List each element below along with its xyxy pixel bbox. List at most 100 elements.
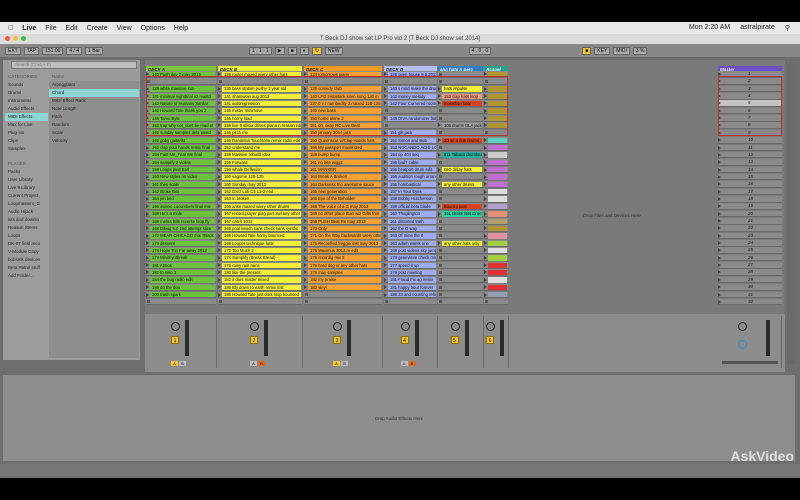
clip[interactable]: 167 catch 2012: [222, 218, 301, 224]
clip-stop-icon[interactable]: [305, 79, 308, 83]
clip-play-icon[interactable]: [218, 263, 221, 268]
crossfade-b-button[interactable]: B: [258, 361, 265, 366]
clip-slot[interactable]: 137.0 v r numbodity 2 maxed 120-125: [304, 100, 382, 107]
clip-play-icon[interactable]: [484, 263, 487, 268]
clip[interactable]: 148 DIVA randomizer flat: [388, 115, 436, 121]
clip[interactable]: 172 MEAR CHICAGO mix TBack: [150, 233, 215, 239]
clip-play-icon[interactable]: [146, 182, 149, 187]
clip-slot[interactable]: [438, 195, 483, 203]
clip-slot[interactable]: 163 in broken: [218, 195, 302, 203]
clip-slot[interactable]: 153 NOCANDO ACID LOOP: [384, 144, 437, 152]
clip-slot[interactable]: 156 My passport maximized: [304, 144, 382, 152]
volume-fader[interactable]: [464, 320, 469, 356]
clip[interactable]: 159 official beta blade: [388, 203, 436, 210]
clip-slot[interactable]: 150 january 2014 jack: [304, 129, 382, 137]
clip[interactable]: [488, 240, 507, 246]
category-sounds[interactable]: Sounds: [5, 81, 48, 89]
clip[interactable]: 152 sunday samples dela weed: [150, 130, 215, 136]
clip[interactable]: 146 horny load: [222, 115, 301, 121]
clip-slot[interactable]: [304, 298, 382, 306]
clip-stop-icon[interactable]: [439, 72, 442, 76]
clip-slot[interactable]: 186 33 and counting refix: [384, 291, 437, 299]
clip[interactable]: 156 My passport maximized: [308, 145, 381, 151]
clip-slot[interactable]: [438, 284, 483, 291]
clip-slot[interactable]: 151 oh, okay RC Live Beat: [304, 122, 382, 130]
clip-slot[interactable]: [484, 93, 508, 100]
scene-play-icon[interactable]: [718, 167, 721, 172]
volume-fader[interactable]: [414, 320, 419, 356]
clip-stop-icon[interactable]: [147, 79, 150, 83]
clip-play-icon[interactable]: [304, 255, 307, 260]
clip-slot[interactable]: 186 Howard Tate just dont stop bounced: [218, 291, 302, 299]
clip[interactable]: 153 NOCANDO ACID LOOP: [388, 145, 436, 151]
clip-play-icon[interactable]: [218, 167, 221, 172]
clip-play-icon[interactable]: [146, 226, 149, 231]
clip-slot[interactable]: 169 PUSH Beat Re may 2013: [304, 218, 382, 225]
menu-create[interactable]: Create: [87, 25, 108, 32]
clip[interactable]: 164 Break A Broken: [308, 174, 381, 180]
clip-slot[interactable]: 158 Massive rebuild idea: [218, 151, 302, 159]
clip[interactable]: 131 minimal nightbrial v2 mastd: [150, 93, 215, 99]
clip-slot[interactable]: 152 clap your hands remix final: [146, 144, 216, 152]
clip[interactable]: 175 recordig mix 2: [308, 255, 381, 261]
scene-launch[interactable]: 28: [718, 269, 782, 277]
menu-file[interactable]: File: [45, 25, 56, 32]
clip-slot[interactable]: 164 Break A Broken: [304, 173, 382, 181]
clip-slot[interactable]: 172 MEAR CHICAGO mix TBack: [146, 232, 216, 240]
clip[interactable]: 168 melna bills reverse loop fly: [150, 218, 215, 224]
clip-stop-icon[interactable]: [439, 263, 442, 267]
clip[interactable]: 156 Forward: [222, 159, 301, 166]
clip-play-icon[interactable]: [384, 292, 387, 297]
clip-slot[interactable]: [484, 240, 508, 247]
scene-play-icon[interactable]: [718, 145, 721, 150]
clip-play-icon[interactable]: [304, 248, 307, 253]
clip-slot[interactable]: [438, 225, 483, 232]
scene-launch[interactable]: 6: [718, 107, 782, 115]
place-item[interactable]: DK-07 field reco: [5, 240, 48, 248]
clip[interactable]: 142 Howard Tate thank you 2: [150, 108, 215, 114]
clip-slot[interactable]: [146, 298, 216, 306]
clip-play-icon[interactable]: [146, 145, 149, 150]
clip-slot[interactable]: 140 new bass: [304, 107, 382, 115]
scene-play-icon[interactable]: [718, 94, 721, 99]
clip-play-icon[interactable]: [484, 182, 487, 187]
scene-play-icon[interactable]: [718, 219, 721, 223]
clip-slot[interactable]: 165 new generation: [304, 188, 382, 196]
menu-help[interactable]: Help: [174, 25, 188, 32]
scene-launch[interactable]: 23: [718, 232, 782, 240]
clip-stop-icon[interactable]: [439, 300, 442, 304]
clip-slot[interactable]: 161 MANKER: [304, 166, 382, 174]
clip-play-icon[interactable]: [304, 285, 307, 290]
clip-slot[interactable]: [484, 188, 508, 196]
clip-slot[interactable]: 160 Sunday may 2013: [218, 181, 302, 188]
clip[interactable]: 162 DSO Lofi C4 L3-2 end: [222, 189, 301, 195]
clip[interactable]: 106 drums GLA jack: [442, 122, 482, 129]
scene-play-icon[interactable]: [718, 86, 721, 91]
clip-slot[interactable]: 173 descent: [146, 240, 216, 247]
clip[interactable]: 161 Broke Bits Drums: [442, 211, 482, 217]
clip[interactable]: 174 Minimyotbreak: [150, 255, 215, 261]
clip[interactable]: 150 home alone 2: [308, 115, 381, 121]
clip-slot[interactable]: 160 New styles no video: [146, 173, 216, 181]
device-item[interactable]: MIDI Effect Rack: [49, 97, 139, 105]
clip[interactable]: 166 atomic cucumbers final mix: [150, 203, 215, 210]
clip[interactable]: 181 Fraud Fix ag remix: [388, 277, 436, 283]
clip-stop-icon[interactable]: [305, 300, 308, 304]
record-button[interactable]: ●: [299, 46, 309, 55]
clip[interactable]: 126 comedy club: [308, 86, 381, 92]
clip-stop-icon[interactable]: [219, 79, 222, 83]
scene-play-icon[interactable]: [718, 292, 721, 297]
clip[interactable]: 181 happy hour forever: [388, 284, 436, 291]
clip[interactable]: 182 to nelo 3: [150, 269, 215, 276]
scene-launch[interactable]: 18: [718, 195, 782, 203]
clip[interactable]: 142 Nature of Humans Similar: [150, 100, 215, 107]
clip[interactable]: 158 Bobby Hutcherson: [388, 196, 436, 202]
pan-knob[interactable]: [250, 322, 259, 331]
clip[interactable]: hats impulse: [442, 86, 482, 92]
clip-play-icon[interactable]: [304, 263, 307, 268]
clip-slot[interactable]: 181 Fraud Fix ag remix: [384, 276, 437, 284]
clip-slot[interactable]: [438, 78, 483, 85]
clip[interactable]: 154 sampify 2 violins: [150, 159, 215, 166]
scene-play-icon[interactable]: [718, 130, 721, 135]
clip-slot[interactable]: 167 record player ping part 2wl any othe…: [218, 210, 302, 218]
